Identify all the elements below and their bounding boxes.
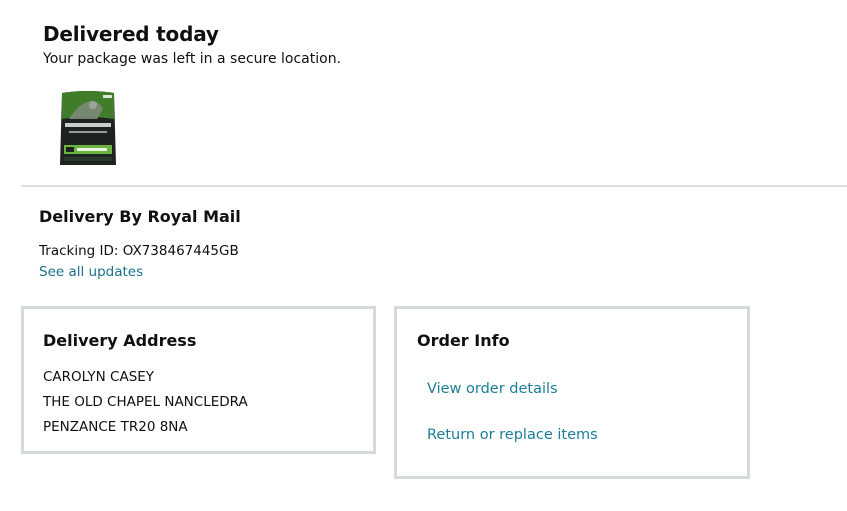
delivery-address-title: Delivery Address — [43, 331, 197, 350]
delivery-status-subtitle: Your package was left in a secure locati… — [43, 51, 342, 67]
tracking-id: Tracking ID: OX738467445GB — [39, 243, 239, 259]
address-line-street: THE OLD CHAPEL NANCLEDRA — [43, 394, 248, 410]
address-line-name: CAROLYN CASEY — [43, 369, 155, 385]
address-line-postcode: PENZANCE TR20 8NA — [43, 419, 188, 435]
view-order-details-link[interactable]: View order details — [427, 381, 558, 397]
product-image[interactable] — [59, 89, 117, 167]
delivery-status-title: Delivered today — [43, 22, 219, 46]
see-all-updates-link[interactable]: See all updates — [39, 264, 143, 280]
section-divider — [21, 185, 847, 187]
order-tracking-page: Delivered today Your package was left in… — [0, 0, 847, 511]
order-info-title: Order Info — [417, 331, 510, 350]
pet-food-bag-icon — [60, 91, 116, 165]
delivery-address-card: Delivery Address CAROLYN CASEY THE OLD C… — [21, 306, 376, 454]
carrier-title: Delivery By Royal Mail — [39, 207, 241, 226]
return-replace-items-link[interactable]: Return or replace items — [427, 427, 598, 443]
order-info-card: Order Info View order details Return or … — [394, 306, 750, 479]
